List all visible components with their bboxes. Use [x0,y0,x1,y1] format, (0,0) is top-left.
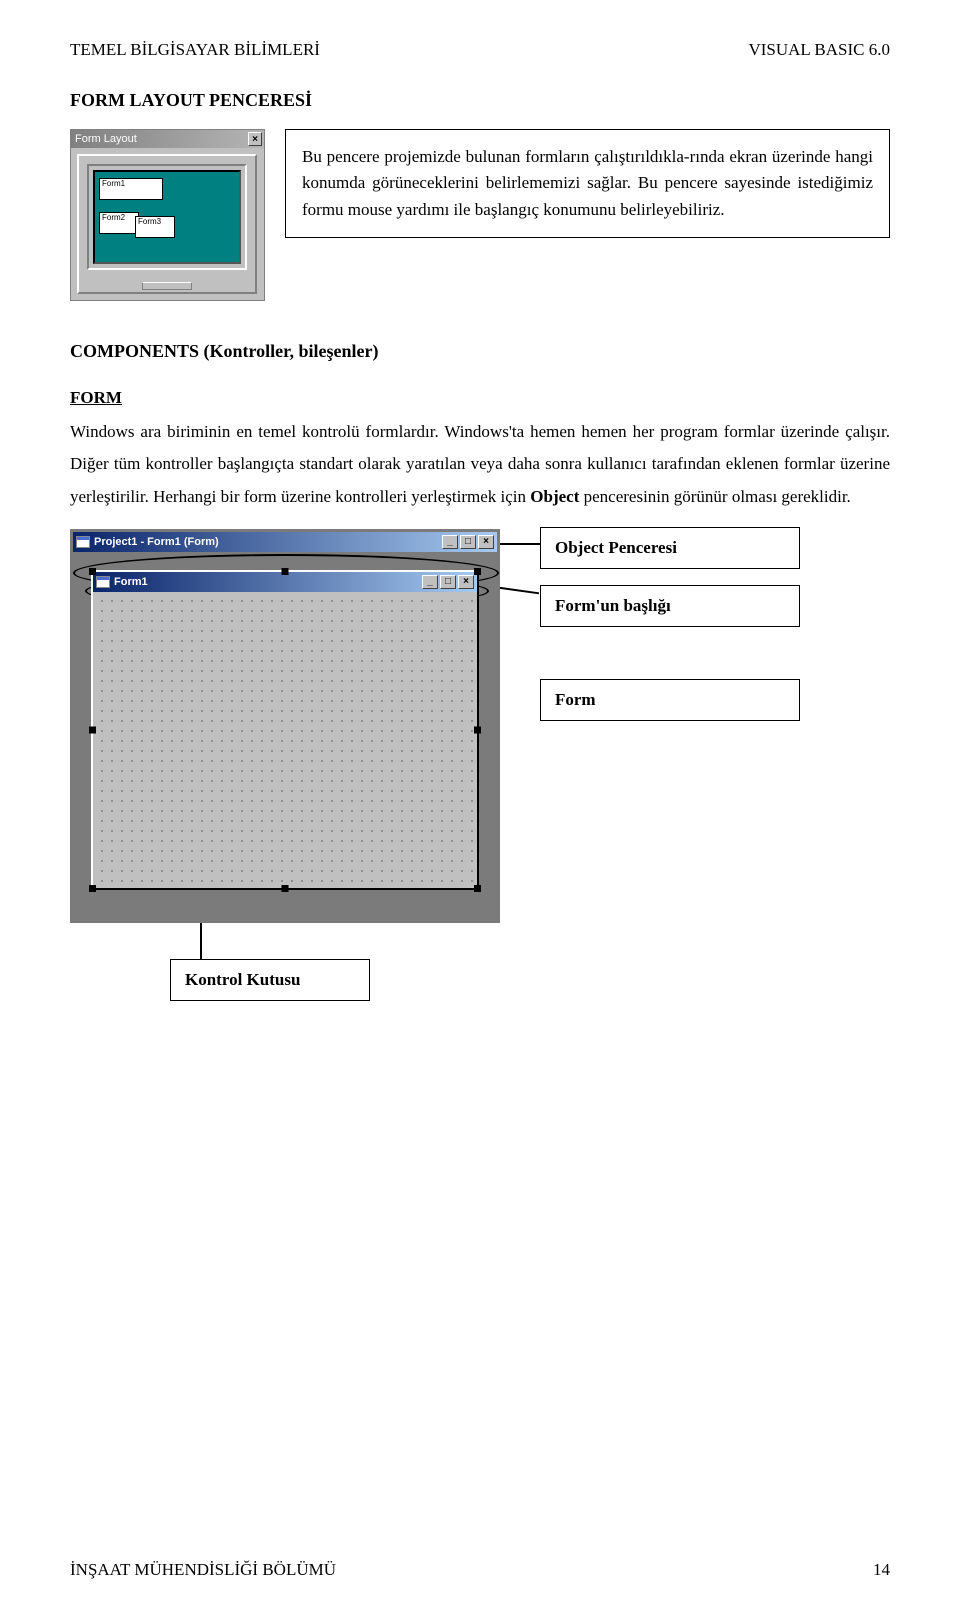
header-right: VISUAL BASIC 6.0 [748,40,890,60]
object-area: Object Penceresi Form'un başlığı Form Ko… [70,529,890,1009]
form-description: Windows ara biriminin en temel kontrolü … [70,416,890,513]
form-desc-part2: penceresinin görünür olması gereklidir. [584,487,851,506]
inner-form[interactable]: Form1 _ □ × [91,570,479,890]
callout-form-basligi: Form'un başlığı [540,585,800,627]
mini-form-1[interactable]: Form1 [99,178,163,200]
resize-handle[interactable] [89,568,96,575]
footer-page-number: 14 [873,1560,890,1580]
header-left: TEMEL BİLGİSAYAR BİLİMLERİ [70,40,320,60]
object-window-content: Form1 _ □ × [73,552,497,920]
resize-handle[interactable] [282,568,289,575]
close-icon[interactable]: × [248,132,262,146]
inner-form-title: Form1 [114,576,148,588]
close-icon[interactable]: × [478,535,494,549]
form-layout-description: Bu pencere projemizde bulunan formların … [285,129,890,238]
form-layout-title-text: Form Layout [75,133,137,145]
resize-handle[interactable] [282,885,289,892]
mini-form-3[interactable]: Form3 [135,216,175,238]
maximize-icon[interactable]: □ [440,575,456,589]
form-layout-row: Form Layout × Form1 Form2 Form3 Bu pence… [70,129,890,301]
form-layout-body: Form1 Form2 Form3 [71,148,264,300]
maximize-icon[interactable]: □ [460,535,476,549]
form-designer-grid[interactable] [93,592,477,888]
footer-left: İNŞAAT MÜHENDİSLİĞİ BÖLÜMÜ [70,1560,336,1580]
form-subheading: FORM [70,388,890,408]
monitor-screen: Form1 Form2 Form3 [93,170,241,264]
object-window-titlebar: Project1 - Form1 (Form) _ □ × [73,532,497,552]
object-window-title: Project1 - Form1 (Form) [94,536,219,548]
form-icon [76,536,90,548]
object-keyword: Object [530,487,579,506]
resize-handle[interactable] [474,568,481,575]
page-footer: İNŞAAT MÜHENDİSLİĞİ BÖLÜMÜ 14 [70,1560,890,1580]
monitor-stand [142,282,192,290]
resize-handle[interactable] [474,726,481,733]
close-icon[interactable]: × [458,575,474,589]
resize-handle[interactable] [474,885,481,892]
resize-handle[interactable] [89,726,96,733]
minimize-icon[interactable]: _ [422,575,438,589]
section-title-components: COMPONENTS (Kontroller, bileşenler) [70,341,890,362]
section-title-form-layout: FORM LAYOUT PENCERESİ [70,90,890,111]
form-icon [96,576,110,588]
callout-object-penceresi: Object Penceresi [540,527,800,569]
monitor-icon: Form1 Form2 Form3 [77,154,257,294]
minimize-icon[interactable]: _ [442,535,458,549]
callout-form: Form [540,679,800,721]
window-buttons: _ □ × [442,535,494,549]
window-buttons: _ □ × [422,575,474,589]
page-header: TEMEL BİLGİSAYAR BİLİMLERİ VISUAL BASIC … [70,40,890,60]
object-window: Project1 - Form1 (Form) _ □ × Form1 _ [70,529,500,923]
resize-handle[interactable] [89,885,96,892]
inner-form-titlebar: Form1 _ □ × [93,572,477,592]
form-layout-titlebar: Form Layout × [71,130,264,148]
callout-kontrol-kutusu: Kontrol Kutusu [170,959,370,1001]
form-layout-window: Form Layout × Form1 Form2 Form3 [70,129,265,301]
mini-form-2[interactable]: Form2 [99,212,139,234]
